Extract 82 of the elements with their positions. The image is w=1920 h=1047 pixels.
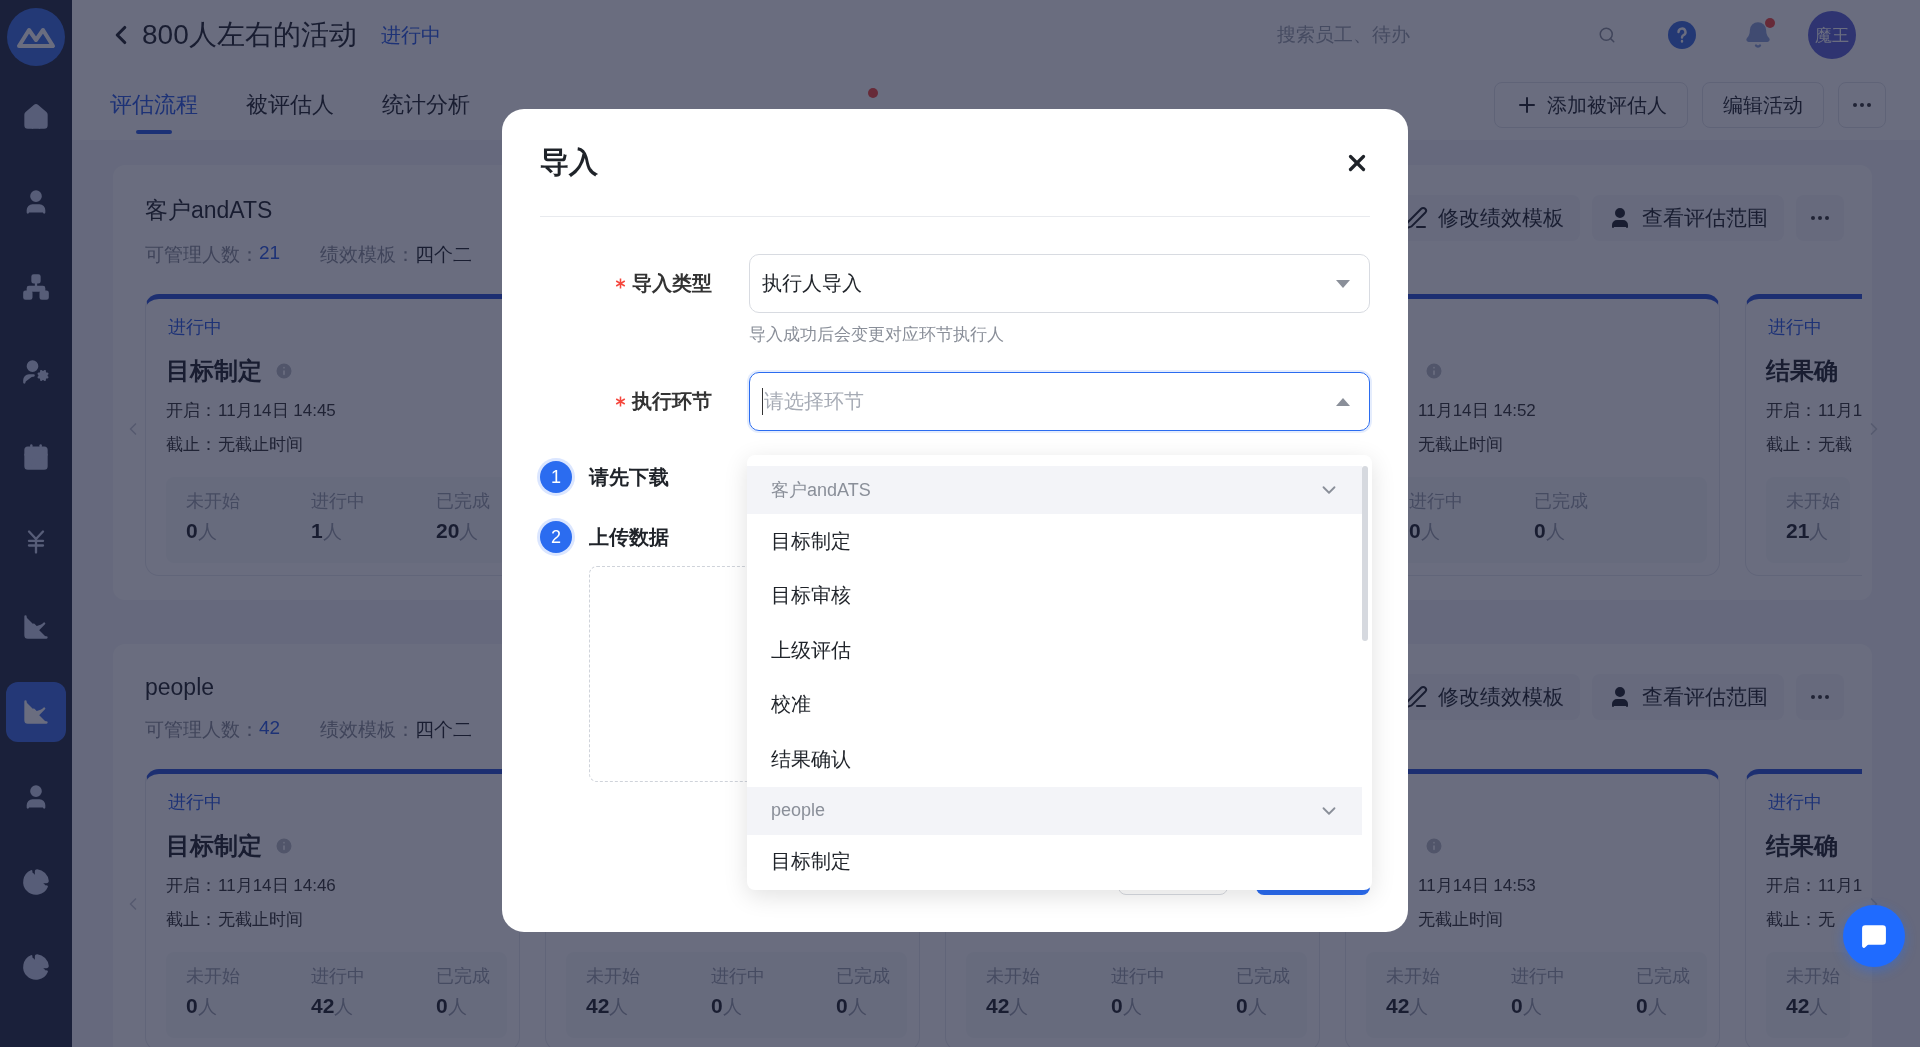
org-chart-icon	[22, 273, 50, 301]
select-field[interactable]: 请选择环节	[749, 372, 1370, 431]
count-value[interactable]: 21	[259, 242, 281, 268]
start-time: 11月14日 14:52	[1418, 400, 1537, 422]
more-button[interactable]	[1838, 82, 1886, 128]
more-icon	[1853, 103, 1871, 107]
stage-title: 目标制定	[166, 356, 262, 386]
section-title: people	[145, 674, 216, 701]
chat-icon	[1861, 923, 1887, 949]
bell-icon[interactable]	[1744, 21, 1772, 49]
status-text: 进行中	[168, 317, 222, 337]
dialog-title: 导入	[540, 144, 598, 180]
page-title: 800人左右的活动	[142, 18, 357, 52]
person-gear-icon	[22, 358, 50, 386]
stage-title: 目标制定	[166, 831, 262, 861]
start-time: 11月1	[1818, 875, 1862, 897]
group-header[interactable]: 客户andATS	[747, 466, 1362, 514]
deadline-text: 无截止时间	[218, 434, 304, 456]
count-value[interactable]: 42	[259, 717, 281, 743]
status-text: 进行中	[1768, 792, 1822, 812]
hint-text: 导入成功后会变更对应环节执行人	[749, 324, 1005, 346]
scrollbar[interactable]	[1362, 466, 1368, 641]
deadline-label: 截止：	[166, 435, 217, 454]
step-label: 上传数据	[589, 524, 669, 550]
deadline-label: 截止：	[1766, 910, 1817, 929]
caret-up-icon	[1335, 396, 1351, 407]
pie-chart-icon	[22, 953, 50, 981]
caret-down-icon	[1335, 278, 1351, 289]
status-text: 进行中	[380, 22, 441, 48]
deadline-text: 无截止时间	[1418, 434, 1504, 456]
template-value: 四个二	[415, 718, 473, 742]
dropdown-option[interactable]: 上级评估	[747, 623, 1372, 678]
step-number: 2	[540, 521, 572, 553]
start-label: 开启：	[166, 876, 217, 895]
home-icon	[22, 103, 50, 131]
edit-button[interactable]: 编辑活动	[1702, 82, 1824, 128]
deadline-text: 无截止时间	[1418, 909, 1504, 931]
start-time: 11月14日 14:53	[1418, 875, 1537, 897]
tab[interactable]: 统计分析	[382, 72, 470, 138]
chat-button[interactable]	[1843, 905, 1905, 967]
chart-icon	[22, 613, 50, 641]
pie-chart-icon	[22, 868, 50, 896]
calendar-icon	[22, 443, 50, 471]
more-icon	[1811, 695, 1829, 699]
tab[interactable]: 被评估人	[246, 72, 334, 138]
template-value: 四个二	[415, 243, 473, 267]
start-time: 11月14日 14:45	[218, 400, 337, 422]
search-icon[interactable]	[1598, 26, 1616, 44]
start-label: 开启：	[1766, 876, 1817, 895]
start-label: 开启：	[166, 401, 217, 420]
section-title: 客户andATS	[145, 196, 274, 225]
stat-value: 21人	[1786, 519, 1830, 544]
info-icon[interactable]	[274, 361, 294, 381]
start-time: 11月14日 14:46	[218, 875, 337, 897]
info-icon[interactable]	[1424, 361, 1444, 381]
start-label: 开启：	[1766, 401, 1817, 420]
logo-icon[interactable]	[7, 8, 65, 66]
deadline-text: 无截止时间	[218, 909, 304, 931]
select-field[interactable]: 执行人导入	[749, 254, 1370, 313]
step-number: 1	[540, 461, 572, 493]
step-label: 请先下载	[589, 464, 669, 490]
status-text: 进行中	[168, 792, 222, 812]
deadline-label: 截止：	[166, 910, 217, 929]
sidebar-item[interactable]	[6, 682, 66, 742]
field-label: 导入类型	[632, 271, 712, 296]
chart-icon	[22, 698, 50, 726]
add-button[interactable]: 添加被评估人	[1494, 82, 1688, 128]
help-icon[interactable]	[1668, 21, 1696, 49]
info-icon[interactable]	[1424, 836, 1444, 856]
status-text: 进行中	[1768, 317, 1822, 337]
dropdown-option[interactable]: 校准	[747, 677, 1372, 732]
deadline-text: 无截	[1818, 434, 1853, 456]
start-time: 11月1	[1818, 400, 1862, 422]
stage-title: 结果确	[1766, 831, 1838, 861]
tab[interactable]: 评估流程	[110, 72, 198, 138]
deadline-label: 截止：	[1766, 435, 1817, 454]
info-icon[interactable]	[274, 836, 294, 856]
more-icon	[1811, 216, 1829, 220]
group-header[interactable]: people	[747, 786, 1362, 835]
deadline-text: 无	[1818, 909, 1836, 931]
field-label: 执行环节	[632, 389, 712, 414]
stage-title: 结果确	[1766, 356, 1838, 386]
